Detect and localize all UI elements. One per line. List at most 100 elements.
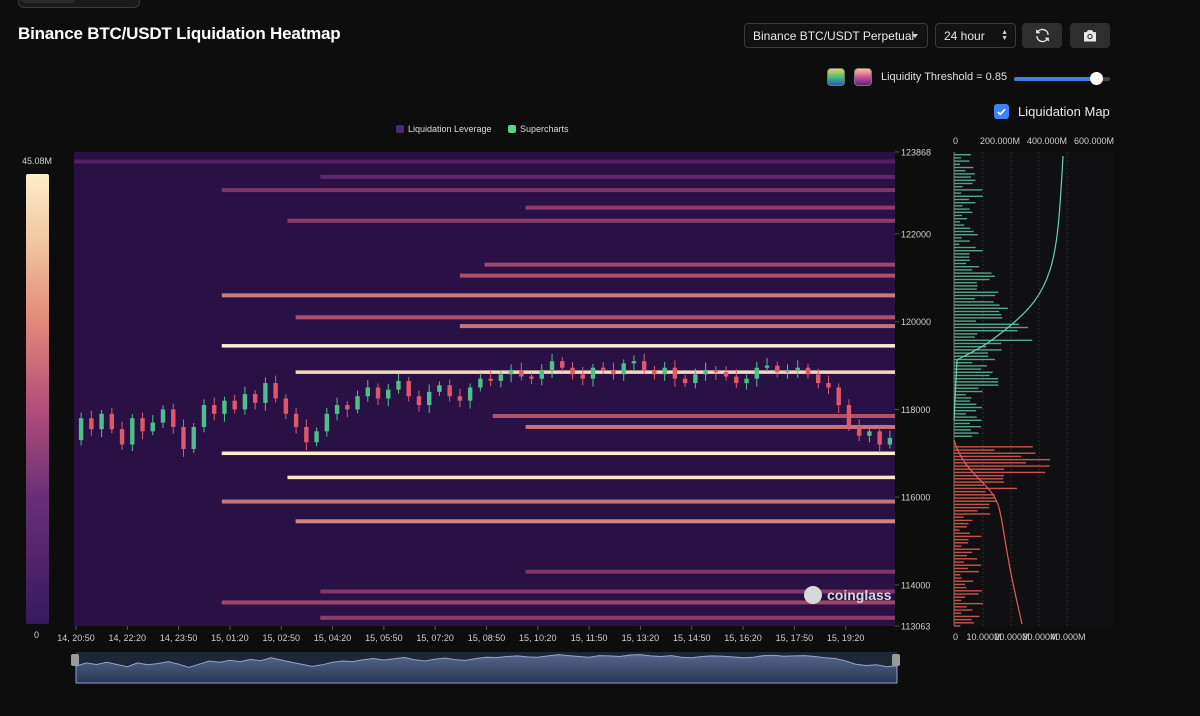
map-bar-long	[954, 288, 977, 290]
candle-body	[590, 367, 596, 379]
candle-body	[201, 405, 207, 427]
map-bar-long	[954, 208, 970, 210]
candle-body	[293, 413, 299, 427]
time-tick-label: 15, 16:20	[724, 633, 762, 643]
map-bar-short	[954, 561, 964, 563]
map-bottom-axis-label: 40.000M	[1050, 632, 1085, 642]
map-bar-long	[954, 374, 990, 377]
map-bar-long	[954, 336, 975, 338]
map-bar-long	[954, 419, 982, 421]
map-bar-long	[954, 234, 978, 236]
map-bar-long	[954, 160, 970, 162]
map-bar-short	[954, 494, 995, 496]
map-bar-short	[954, 558, 978, 560]
candle-body	[191, 426, 196, 449]
map-bar-long	[954, 170, 966, 172]
candle-body	[150, 422, 155, 432]
candle-body	[508, 369, 514, 375]
map-bar-short	[954, 590, 982, 592]
map-bar-long	[954, 278, 990, 281]
map-bar-short	[954, 612, 962, 614]
liquidation-heatmap-chart[interactable]: 123868 122000 120000 118000 116000 114000 1130…	[0, 0, 1200, 716]
map-bar-long	[954, 326, 1029, 329]
map-bar-long	[954, 275, 995, 277]
price-tick-label: 113063	[901, 622, 930, 632]
candle-body	[846, 405, 852, 427]
map-bar-long	[954, 262, 967, 265]
candle-body	[641, 361, 647, 370]
candle-body	[887, 437, 893, 445]
map-bar-long	[954, 253, 970, 255]
map-bar-long	[954, 250, 983, 252]
navigator-left-handle[interactable]	[71, 654, 79, 666]
candle-body	[826, 383, 831, 388]
map-bar-short	[954, 570, 979, 573]
map-bar-long	[954, 371, 993, 373]
candle-body	[89, 418, 94, 430]
map-bar-short	[954, 449, 995, 451]
time-tick-label: 15, 04:20	[314, 633, 352, 643]
map-bar-short	[954, 452, 1036, 454]
map-bar-short	[954, 487, 1017, 490]
map-bar-short	[954, 484, 984, 486]
candle-body	[549, 361, 555, 370]
candle-body	[580, 374, 585, 379]
map-bar-short	[954, 468, 1005, 470]
heatmap-band	[221, 499, 895, 504]
time-tick-label: 15, 17:50	[776, 633, 814, 643]
liquidation-map-panel[interactable]: 0 200.000M 400.000M 600.000M0 10.000M20.000M…	[953, 136, 1114, 642]
time-tick-label: 15, 10:20	[519, 633, 557, 643]
map-bar-short	[954, 513, 991, 515]
heatmap-band	[492, 414, 895, 419]
candle-body	[693, 374, 698, 384]
map-bar-long	[954, 227, 971, 229]
map-bar-short	[954, 618, 972, 621]
time-navigator[interactable]	[71, 652, 900, 684]
candle-body	[416, 396, 422, 406]
candle-body	[263, 383, 268, 403]
candle-body	[426, 391, 432, 406]
candle-body	[519, 369, 524, 377]
map-bar-long	[954, 195, 983, 197]
map-bar-short	[954, 554, 967, 557]
map-bar-short	[954, 526, 967, 528]
map-bar-short	[954, 500, 997, 502]
map-bar-short	[954, 615, 980, 618]
map-bar-long	[954, 358, 995, 361]
map-bar-short	[954, 474, 1004, 477]
map-bar-short	[954, 490, 986, 493]
heatmap-band	[525, 424, 895, 429]
map-bar-long	[954, 192, 962, 194]
map-bar-long	[954, 413, 966, 415]
candle-body	[785, 369, 790, 373]
map-bar-long	[954, 266, 980, 268]
map-bar-long	[954, 256, 970, 258]
map-bar-long	[954, 406, 983, 409]
map-bar-short	[954, 471, 1046, 474]
heatmap-plot-area[interactable]	[74, 152, 895, 626]
map-bar-long	[954, 173, 976, 175]
coinglass-logo-icon	[804, 586, 822, 604]
map-bar-long	[954, 323, 1020, 325]
map-bar-long	[954, 182, 973, 185]
candle-body	[283, 398, 289, 414]
candle-body	[856, 426, 862, 436]
heatmap-band	[221, 188, 895, 193]
heatmap-band	[221, 600, 895, 605]
heatmap-band	[221, 344, 895, 348]
candle-body	[242, 394, 248, 410]
heatmap-band	[525, 205, 895, 210]
heatmap-band	[295, 370, 895, 374]
time-tick-label: 14, 23:50	[160, 633, 198, 643]
map-bar-long	[954, 154, 971, 156]
map-bar-long	[954, 365, 987, 367]
navigator-right-handle[interactable]	[892, 654, 900, 666]
map-bar-short	[954, 455, 1022, 458]
map-top-axis-label: 600.000M	[1074, 136, 1114, 146]
map-bar-short	[954, 516, 964, 518]
map-bar-long	[954, 403, 977, 405]
candle-body	[529, 376, 534, 379]
map-bar-long	[954, 381, 999, 383]
map-bar-long	[954, 320, 976, 322]
heatmap-band	[287, 218, 896, 223]
